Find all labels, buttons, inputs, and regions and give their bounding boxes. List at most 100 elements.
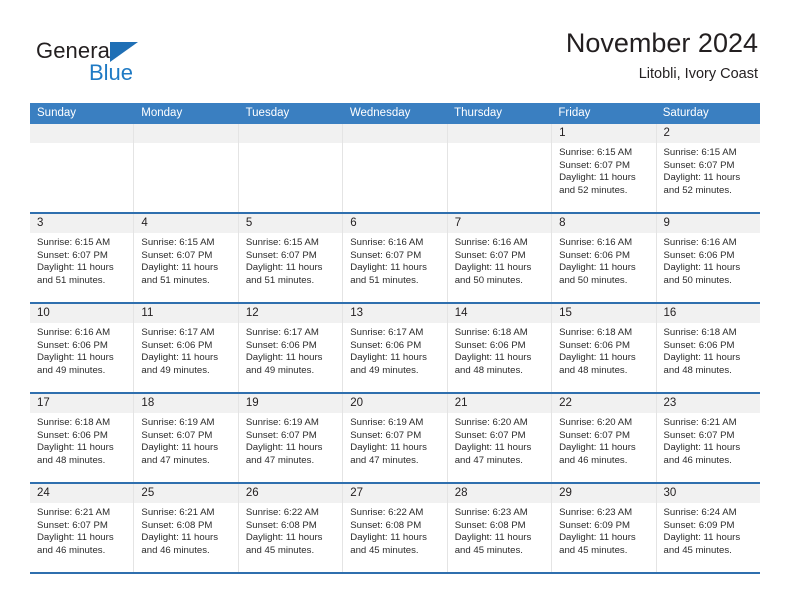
calendar-day-cell[interactable]: 17 Sunrise: 6:18 AM Sunset: 6:06 PM Dayligh…: [30, 394, 134, 482]
daylight-duration-line2: and 47 minutes.: [454, 454, 523, 466]
sunset-time: Sunset: 6:07 PM: [350, 429, 422, 441]
calendar-day-cell[interactable]: 13 Sunrise: 6:17 AM Sunset: 6:06 PM Dayligh…: [342, 304, 447, 392]
sunrise-time: Sunrise: 6:19 AM: [141, 417, 215, 428]
sunset-time: Sunset: 6:07 PM: [245, 249, 317, 261]
daylight-duration-line1: Daylight: 11 hours: [245, 532, 323, 544]
day-number: 21: [454, 397, 468, 409]
daylight-duration-line1: Daylight: 11 hours: [350, 442, 427, 454]
day-number-band: 12: [238, 304, 343, 323]
calendar-day-cell[interactable]: 10 Sunrise: 6:16 AM Sunset: 6:06 PM Dayligh…: [30, 304, 134, 392]
sunrise-time: Sunrise: 6:23 AM: [559, 507, 633, 518]
calendar-day-cell[interactable]: 20 Sunrise: 6:19 AM Sunset: 6:07 PM Dayligh…: [342, 394, 447, 482]
day-number-band: [238, 124, 343, 143]
general-blue-logo[interactable]: General Blue: [32, 32, 212, 88]
day-number: 4: [141, 217, 148, 229]
calendar-page: General Blue November 2024 Litobli, Ivor…: [0, 0, 792, 612]
day-sun-info: Sunrise: 6:15 AM Sunset: 6:07 PM Daylight:…: [552, 143, 655, 197]
sunset-time: Sunset: 6:06 PM: [245, 339, 317, 351]
calendar-day-cell-empty: [446, 124, 552, 212]
calendar-day-cell[interactable]: 26 Sunrise: 6:22 AM Sunset: 6:08 PM Dayligh…: [237, 484, 343, 572]
daylight-duration-line2: and 45 minutes.: [559, 544, 628, 556]
daylight-duration-line1: Daylight: 11 hours: [37, 532, 114, 544]
calendar-day-cell[interactable]: 6 Sunrise: 6:16 AM Sunset: 6:07 PM Daylight…: [342, 214, 447, 302]
sunrise-time: Sunrise: 6:18 AM: [454, 327, 528, 338]
brand-name-blue: Blue: [89, 60, 134, 85]
daylight-duration-line1: Daylight: 11 hours: [245, 352, 323, 364]
daylight-duration-line2: and 47 minutes.: [350, 454, 419, 466]
daylight-duration-line1: Daylight: 11 hours: [141, 442, 219, 454]
daylight-duration-line2: and 50 minutes.: [454, 274, 523, 286]
calendar-bottom-rule: [30, 572, 760, 574]
sunset-time: Sunset: 6:07 PM: [663, 159, 735, 171]
calendar-day-cell[interactable]: 3 Sunrise: 6:15 AM Sunset: 6:07 PM Daylight…: [30, 214, 134, 302]
day-number: 30: [663, 487, 677, 499]
day-number-band: 29: [552, 484, 656, 503]
calendar-day-cell[interactable]: 4 Sunrise: 6:15 AM Sunset: 6:07 PM Daylight…: [133, 214, 238, 302]
day-sun-info: Sunrise: 6:15 AM Sunset: 6:07 PM Daylight:…: [134, 233, 237, 287]
day-sun-info: Sunrise: 6:15 AM Sunset: 6:07 PM Daylight:…: [657, 143, 760, 197]
day-sun-info: Sunrise: 6:21 AM Sunset: 6:07 PM Daylight:…: [657, 413, 760, 467]
day-number: 23: [663, 397, 677, 409]
day-number-band: 30: [656, 484, 760, 503]
triangle-logo-icon: [110, 42, 138, 62]
calendar-day-cell[interactable]: 30 Sunrise: 6:24 AM Sunset: 6:09 PM Dayligh…: [655, 484, 760, 572]
day-number-band: 1: [552, 124, 656, 143]
calendar-grid: Sunday Monday Tuesday Wednesday Thursday…: [30, 103, 760, 574]
sunset-time: Sunset: 6:07 PM: [559, 429, 631, 441]
sunset-time: Sunset: 6:08 PM: [350, 519, 422, 531]
calendar-day-cell[interactable]: 28 Sunrise: 6:23 AM Sunset: 6:08 PM Dayligh…: [446, 484, 552, 572]
sunset-time: Sunset: 6:06 PM: [37, 339, 108, 351]
daylight-duration-line2: and 49 minutes.: [350, 364, 419, 376]
sunset-time: Sunset: 6:08 PM: [141, 519, 213, 531]
calendar-day-cell[interactable]: 1 Sunrise: 6:15 AM Sunset: 6:07 PM Daylight…: [551, 124, 656, 212]
calendar-day-cell[interactable]: 16 Sunrise: 6:18 AM Sunset: 6:06 PM Dayligh…: [655, 304, 760, 392]
calendar-day-cell[interactable]: 18 Sunrise: 6:19 AM Sunset: 6:07 PM Dayligh…: [133, 394, 238, 482]
daylight-duration-line2: and 45 minutes.: [350, 544, 419, 556]
sunrise-time: Sunrise: 6:18 AM: [559, 327, 633, 338]
daylight-duration-line2: and 48 minutes.: [663, 364, 732, 376]
daylight-duration-line2: and 45 minutes.: [245, 544, 315, 556]
sunrise-time: Sunrise: 6:15 AM: [141, 237, 215, 248]
daylight-duration-line2: and 52 minutes.: [559, 184, 628, 196]
calendar-day-cell[interactable]: 29 Sunrise: 6:23 AM Sunset: 6:09 PM Dayligh…: [551, 484, 656, 572]
calendar-week-row: 3 Sunrise: 6:15 AM Sunset: 6:07 PM Daylight…: [30, 212, 760, 302]
calendar-weeks: 1 Sunrise: 6:15 AM Sunset: 6:07 PM Daylight…: [30, 124, 760, 572]
calendar-day-cell[interactable]: 15 Sunrise: 6:18 AM Sunset: 6:06 PM Dayligh…: [551, 304, 656, 392]
day-number-band: 17: [30, 394, 134, 413]
calendar-day-cell[interactable]: 2 Sunrise: 6:15 AM Sunset: 6:07 PM Daylight…: [655, 124, 760, 212]
day-sun-info: Sunrise: 6:16 AM Sunset: 6:07 PM Daylight:…: [448, 233, 551, 287]
calendar-day-cell[interactable]: 24 Sunrise: 6:21 AM Sunset: 6:07 PM Dayligh…: [30, 484, 134, 572]
calendar-day-cell[interactable]: 25 Sunrise: 6:21 AM Sunset: 6:08 PM Dayligh…: [133, 484, 238, 572]
calendar-day-cell[interactable]: 9 Sunrise: 6:16 AM Sunset: 6:06 PM Daylight…: [655, 214, 760, 302]
daylight-duration-line1: Daylight: 11 hours: [141, 532, 219, 544]
day-number-band: 23: [656, 394, 760, 413]
sunset-time: Sunset: 6:06 PM: [141, 339, 213, 351]
calendar-day-cell[interactable]: 11 Sunrise: 6:17 AM Sunset: 6:06 PM Dayligh…: [133, 304, 238, 392]
day-number-band: [447, 124, 552, 143]
sunrise-time: Sunrise: 6:24 AM: [663, 507, 737, 518]
calendar-day-cell[interactable]: 14 Sunrise: 6:18 AM Sunset: 6:06 PM Dayligh…: [446, 304, 552, 392]
sunrise-time: Sunrise: 6:20 AM: [559, 417, 633, 428]
calendar-day-cell[interactable]: 8 Sunrise: 6:16 AM Sunset: 6:06 PM Daylight…: [551, 214, 656, 302]
calendar-day-cell[interactable]: 5 Sunrise: 6:15 AM Sunset: 6:07 PM Daylight…: [237, 214, 343, 302]
calendar-day-cell[interactable]: 22 Sunrise: 6:20 AM Sunset: 6:07 PM Dayligh…: [551, 394, 656, 482]
day-number-band: 18: [134, 394, 238, 413]
daylight-duration-line1: Daylight: 11 hours: [663, 442, 741, 454]
daylight-duration-line1: Daylight: 11 hours: [37, 442, 114, 454]
calendar-day-cell[interactable]: 21 Sunrise: 6:20 AM Sunset: 6:07 PM Dayligh…: [446, 394, 552, 482]
calendar-day-cell[interactable]: 12 Sunrise: 6:17 AM Sunset: 6:06 PM Dayligh…: [237, 304, 343, 392]
sunset-time: Sunset: 6:07 PM: [37, 249, 108, 261]
calendar-day-cell[interactable]: 27 Sunrise: 6:22 AM Sunset: 6:08 PM Dayligh…: [342, 484, 447, 572]
calendar-day-cell[interactable]: 19 Sunrise: 6:19 AM Sunset: 6:07 PM Dayligh…: [237, 394, 343, 482]
day-number-band: 8: [552, 214, 656, 233]
day-number: 10: [37, 307, 50, 319]
daylight-duration-line1: Daylight: 11 hours: [559, 262, 636, 274]
sunset-time: Sunset: 6:07 PM: [245, 429, 317, 441]
calendar-day-cell[interactable]: 23 Sunrise: 6:21 AM Sunset: 6:07 PM Dayligh…: [655, 394, 760, 482]
day-sun-info: Sunrise: 6:15 AM Sunset: 6:07 PM Daylight:…: [239, 233, 342, 287]
sunrise-time: Sunrise: 6:16 AM: [454, 237, 528, 248]
calendar-day-cell[interactable]: 7 Sunrise: 6:16 AM Sunset: 6:07 PM Daylight…: [446, 214, 552, 302]
day-number-band: 10: [30, 304, 134, 323]
calendar-week-row: 24 Sunrise: 6:21 AM Sunset: 6:07 PM Dayligh…: [30, 482, 760, 572]
calendar-week-row: 10 Sunrise: 6:16 AM Sunset: 6:06 PM Dayligh…: [30, 302, 760, 392]
